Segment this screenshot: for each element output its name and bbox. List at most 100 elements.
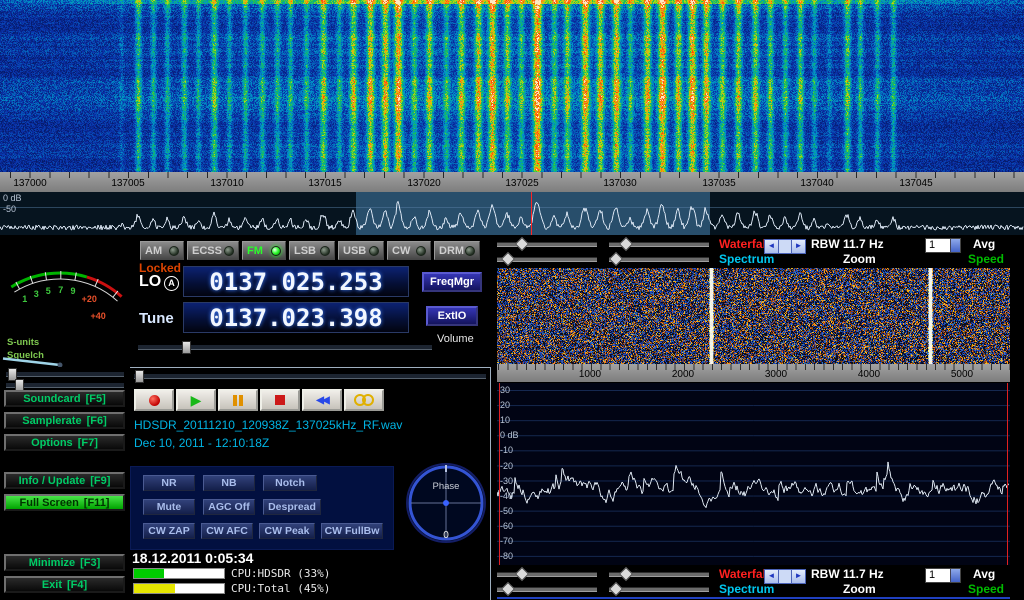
slider-thumb[interactable] bbox=[182, 341, 191, 354]
phase-value: 0 bbox=[443, 530, 449, 541]
level-slider[interactable] bbox=[497, 257, 597, 262]
extio-button[interactable]: ExtIO bbox=[426, 306, 478, 326]
level-slider[interactable] bbox=[497, 587, 597, 592]
divider bbox=[130, 367, 490, 368]
level-slider[interactable] bbox=[497, 572, 597, 577]
phase-scope[interactable]: Phase 0 bbox=[404, 458, 488, 548]
sidebar-button-fullscreen[interactable]: Full Screen [F11] bbox=[4, 494, 125, 511]
slider-thumb[interactable] bbox=[515, 567, 529, 581]
main-frequency-scale[interactable]: 137000 137005 137010 137015 137020 13702… bbox=[0, 172, 1024, 192]
main-spectrum[interactable]: 0 dB -50 bbox=[0, 192, 1024, 235]
lo-frequency-display[interactable]: 0137.025.253 bbox=[183, 266, 409, 297]
spectrum-label[interactable]: Spectrum bbox=[719, 252, 774, 266]
a-lock-icon[interactable]: A bbox=[164, 276, 179, 291]
mode-button-am[interactable]: AM bbox=[140, 241, 184, 260]
db-label: -50 bbox=[3, 204, 16, 214]
level-slider[interactable] bbox=[609, 242, 709, 247]
zoom-right-arrow-icon[interactable]: ► bbox=[791, 240, 805, 253]
waterfall-label[interactable]: Waterfall bbox=[719, 567, 769, 581]
squelch-slider[interactable] bbox=[6, 371, 124, 377]
sidebar-button-exit[interactable]: Exit [F4] bbox=[4, 576, 125, 593]
cpu-hdsdr-label: CPU:HDSDR (33%) bbox=[231, 567, 330, 580]
rbw-label: RBW 11.7 Hz bbox=[811, 567, 884, 581]
slider-thumb[interactable] bbox=[501, 252, 515, 266]
freqmgr-button[interactable]: FreqMgr bbox=[422, 272, 482, 292]
mode-button-drm[interactable]: DRM bbox=[434, 241, 480, 260]
spectrum-label[interactable]: Spectrum bbox=[719, 582, 774, 596]
mode-button-ecss[interactable]: ECSS bbox=[187, 241, 239, 260]
pause-button[interactable] bbox=[218, 389, 258, 411]
rf-spectrum-canvas[interactable] bbox=[497, 383, 1010, 565]
button-label: Minimize bbox=[29, 557, 75, 569]
scale-label: 2000 bbox=[663, 369, 703, 380]
combo-scrollbar[interactable] bbox=[950, 569, 960, 582]
mode-label: ECSS bbox=[192, 245, 222, 257]
loop-icon bbox=[354, 394, 374, 406]
record-button[interactable] bbox=[134, 389, 174, 411]
sidebar-button-minimize[interactable]: Minimize [F3] bbox=[4, 554, 125, 571]
lo-label: LO bbox=[139, 273, 161, 291]
zoom-scrollbar[interactable]: ◄► bbox=[764, 239, 806, 254]
dsp-button-despread[interactable]: Despread bbox=[263, 499, 321, 515]
level-slider[interactable] bbox=[609, 257, 709, 262]
rf-frequency-scale[interactable]: 1000 2000 3000 4000 5000 bbox=[497, 364, 1010, 382]
main-waterfall[interactable] bbox=[0, 0, 1024, 172]
slider-thumb[interactable] bbox=[619, 237, 633, 251]
slider-thumb[interactable] bbox=[501, 582, 515, 596]
waterfall-label[interactable]: Waterfall bbox=[719, 237, 769, 251]
dsp-button-mute[interactable]: Mute bbox=[143, 499, 195, 515]
combo-scrollbar[interactable] bbox=[950, 239, 960, 252]
volume-slider[interactable] bbox=[138, 344, 432, 350]
slider-thumb[interactable] bbox=[609, 582, 623, 596]
zoom-left-arrow-icon[interactable]: ◄ bbox=[765, 570, 779, 583]
scale-label: 137005 bbox=[103, 178, 153, 189]
level-slider[interactable] bbox=[497, 242, 597, 247]
dsp-button-cw-zap[interactable]: CW ZAP bbox=[143, 523, 195, 539]
sidebar-button-options[interactable]: Options [F7] bbox=[4, 434, 125, 451]
zoom-track bbox=[779, 240, 791, 253]
avg-select[interactable]: 1 bbox=[925, 238, 961, 253]
db-label: -40 bbox=[500, 491, 513, 501]
main-spectrum-canvas[interactable] bbox=[0, 192, 1024, 235]
band-slider[interactable] bbox=[134, 373, 486, 379]
threshold-slider[interactable] bbox=[6, 382, 124, 388]
mode-button-fm[interactable]: FM bbox=[242, 241, 286, 260]
dsp-button-cw-afc[interactable]: CW AFC bbox=[201, 523, 253, 539]
sidebar-button-soundcard[interactable]: Soundcard [F5] bbox=[4, 390, 125, 407]
zoom-scrollbar[interactable]: ◄► bbox=[764, 569, 806, 584]
mode-button-cw[interactable]: CW bbox=[387, 241, 431, 260]
dsp-button-nb[interactable]: NB bbox=[203, 475, 255, 491]
smeter-plus20: +20 bbox=[82, 294, 97, 304]
smeter-plus40: +40 bbox=[91, 311, 106, 321]
play-button[interactable]: ▶ bbox=[176, 389, 216, 411]
loop-button[interactable] bbox=[344, 389, 384, 411]
zoom-left-arrow-icon[interactable]: ◄ bbox=[765, 240, 779, 253]
mode-button-usb[interactable]: USB bbox=[338, 241, 384, 260]
rewind-button[interactable]: ◀◀ bbox=[302, 389, 342, 411]
mode-button-lsb[interactable]: LSB bbox=[289, 241, 335, 260]
slider-thumb[interactable] bbox=[609, 252, 623, 266]
level-slider[interactable] bbox=[609, 572, 709, 577]
dsp-button-agc[interactable]: AGC Off bbox=[203, 499, 255, 515]
slider-thumb[interactable] bbox=[135, 370, 144, 383]
level-slider[interactable] bbox=[609, 587, 709, 592]
speed-label: Speed bbox=[968, 582, 1004, 596]
rf-waterfall[interactable] bbox=[497, 268, 1010, 364]
slider-thumb[interactable] bbox=[515, 237, 529, 251]
dsp-button-cw-peak[interactable]: CW Peak bbox=[259, 523, 315, 539]
dsp-panel: NR NB Notch Mute AGC Off Despread CW ZAP… bbox=[130, 466, 394, 550]
dsp-button-cw-fullbw[interactable]: CW FullBw bbox=[321, 523, 383, 539]
dsp-button-notch[interactable]: Notch bbox=[263, 475, 317, 491]
avg-select[interactable]: 1 bbox=[925, 568, 961, 583]
rf-spectrum[interactable]: 30 20 10 0 dB -10 -20 -30 -40 -50 -60 -7… bbox=[497, 383, 1010, 565]
slider-thumb[interactable] bbox=[619, 567, 633, 581]
stop-button[interactable] bbox=[260, 389, 300, 411]
sidebar-button-samplerate[interactable]: Samplerate [F6] bbox=[4, 412, 125, 429]
tune-frequency-value: 0137.023.398 bbox=[209, 304, 382, 332]
tune-frequency-display[interactable]: 0137.023.398 bbox=[183, 302, 409, 333]
dsp-button-nr[interactable]: NR bbox=[143, 475, 195, 491]
db-label: 20 bbox=[500, 400, 510, 410]
recording-filename: HDSDR_20111210_120938Z_137025kHz_RF.wav bbox=[134, 418, 402, 432]
zoom-right-arrow-icon[interactable]: ► bbox=[791, 570, 805, 583]
sidebar-button-info-update[interactable]: Info / Update [F9] bbox=[4, 472, 125, 489]
